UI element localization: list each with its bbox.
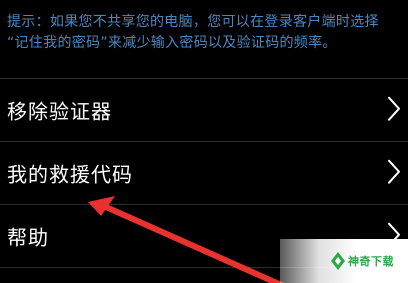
watermark-logo-icon xyxy=(331,252,345,270)
chevron-right-icon xyxy=(388,159,400,184)
watermark-text: 神奇下载 xyxy=(348,255,394,268)
menu-item-label: 我的救援代码 xyxy=(7,162,133,187)
menu-item-label: 移除验证器 xyxy=(7,99,112,124)
menu-item-rescue-code[interactable]: 我的救援代码 xyxy=(0,142,408,205)
hint-line-2: “记住我的密码”来减少输入密码以及验证码的频率。 xyxy=(7,35,337,51)
hint-line-1: 提示：如果您不共享您的电脑，您可以在登录客户端时选择 xyxy=(7,14,379,30)
watermark: 神奇下载 xyxy=(280,239,408,283)
chevron-right-icon xyxy=(388,96,400,121)
hint-text: 提示：如果您不共享您的电脑，您可以在登录客户端时选择 “记住我的密码”来减少输入… xyxy=(7,12,403,54)
menu-item-remove-authenticator[interactable]: 移除验证器 xyxy=(0,79,408,142)
menu-item-label: 帮助 xyxy=(7,225,49,250)
